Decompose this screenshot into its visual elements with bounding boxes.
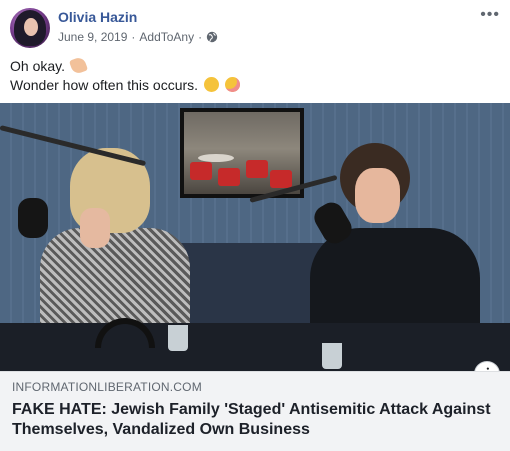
link-headline[interactable]: FAKE HATE: Jewish Family 'Staged' Antise… <box>12 400 498 440</box>
water-cup <box>322 343 342 369</box>
man-figure <box>300 143 480 348</box>
water-cup <box>168 325 188 351</box>
link-preview-caption[interactable]: INFORMATIONLIBERATION.COM FAKE HATE: Jew… <box>0 371 510 451</box>
post-text-line: Oh okay. <box>10 55 240 76</box>
scene-chair <box>246 160 268 178</box>
via-app[interactable]: AddToAny <box>139 30 194 44</box>
microphone <box>18 198 48 238</box>
woman-hand <box>80 208 110 248</box>
post-meta: June 9, 2019 · AddToAny · <box>58 30 218 44</box>
scene-chair <box>218 168 240 186</box>
man-face <box>355 168 400 223</box>
monitor-screen <box>180 108 304 198</box>
avatar-face <box>24 18 38 36</box>
scene-chair <box>190 162 212 180</box>
globe-icon[interactable] <box>206 31 218 43</box>
face-screaming-emoji-icon <box>203 77 219 92</box>
facebook-post: Olivia Hazin June 9, 2019 · AddToAny · •… <box>0 0 510 451</box>
avatar[interactable] <box>10 8 50 48</box>
restaurant-scene <box>184 112 300 194</box>
meta-separator: · <box>131 30 136 44</box>
woman-figure <box>40 148 190 338</box>
nail-polish-emoji-icon <box>68 55 89 76</box>
post-text-line1: Oh okay. <box>10 58 65 74</box>
studio-desk <box>0 323 510 371</box>
post-text: Oh okay. Wonder how often this occurs. <box>10 55 240 95</box>
post-date[interactable]: June 9, 2019 <box>58 30 127 44</box>
link-domain: INFORMATIONLIBERATION.COM <box>12 380 202 394</box>
meta-separator: · <box>198 30 203 44</box>
link-preview-image[interactable]: i <box>0 103 510 371</box>
post-text-line: Wonder how often this occurs. <box>10 76 240 95</box>
author-name[interactable]: Olivia Hazin <box>58 9 137 25</box>
scene-chair <box>270 170 292 188</box>
face-blowing-kiss-emoji-icon <box>224 77 240 92</box>
scene-table <box>198 154 234 162</box>
post-text-line2: Wonder how often this occurs. <box>10 77 199 93</box>
more-options-icon[interactable]: ••• <box>480 6 500 24</box>
